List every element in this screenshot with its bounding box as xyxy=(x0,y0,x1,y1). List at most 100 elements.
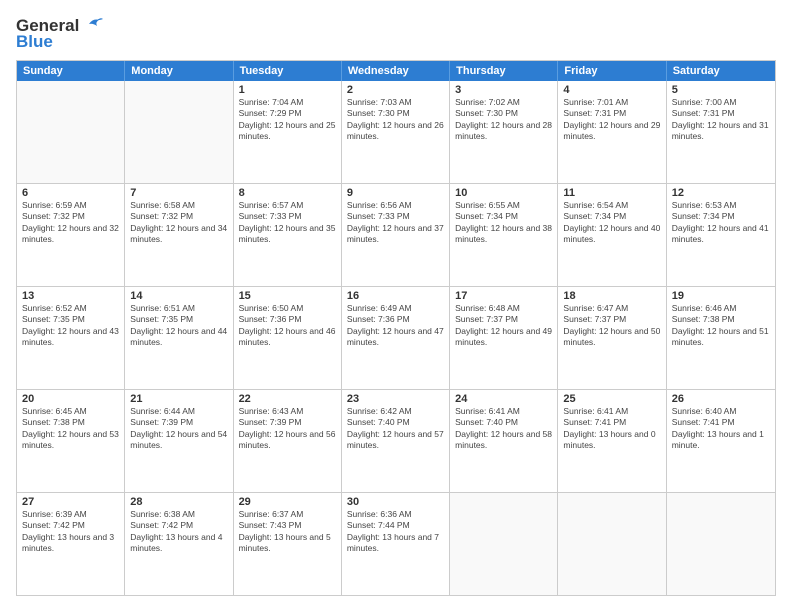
weekday-header: Sunday xyxy=(17,61,125,81)
day-number: 29 xyxy=(239,496,336,508)
day-info: Sunrise: 6:57 AM Sunset: 7:33 PM Dayligh… xyxy=(239,200,336,246)
weekday-header: Monday xyxy=(125,61,233,81)
calendar-day-cell: 29Sunrise: 6:37 AM Sunset: 7:43 PM Dayli… xyxy=(234,493,342,595)
day-info: Sunrise: 6:45 AM Sunset: 7:38 PM Dayligh… xyxy=(22,406,119,452)
calendar-day-cell: 4Sunrise: 7:01 AM Sunset: 7:31 PM Daylig… xyxy=(558,81,666,183)
day-number: 16 xyxy=(347,290,444,302)
day-number: 15 xyxy=(239,290,336,302)
day-info: Sunrise: 6:58 AM Sunset: 7:32 PM Dayligh… xyxy=(130,200,227,246)
day-info: Sunrise: 6:41 AM Sunset: 7:40 PM Dayligh… xyxy=(455,406,552,452)
weekday-header: Tuesday xyxy=(234,61,342,81)
day-number: 4 xyxy=(563,84,660,96)
calendar-day-cell: 10Sunrise: 6:55 AM Sunset: 7:34 PM Dayli… xyxy=(450,184,558,286)
day-info: Sunrise: 6:40 AM Sunset: 7:41 PM Dayligh… xyxy=(672,406,770,452)
day-number: 8 xyxy=(239,187,336,199)
calendar-day-cell: 11Sunrise: 6:54 AM Sunset: 7:34 PM Dayli… xyxy=(558,184,666,286)
day-number: 14 xyxy=(130,290,227,302)
weekday-header: Thursday xyxy=(450,61,558,81)
calendar-week-row: 1Sunrise: 7:04 AM Sunset: 7:29 PM Daylig… xyxy=(17,81,775,183)
day-number: 17 xyxy=(455,290,552,302)
calendar-day-cell: 7Sunrise: 6:58 AM Sunset: 7:32 PM Daylig… xyxy=(125,184,233,286)
day-info: Sunrise: 6:53 AM Sunset: 7:34 PM Dayligh… xyxy=(672,200,770,246)
calendar: SundayMondayTuesdayWednesdayThursdayFrid… xyxy=(16,60,776,596)
calendar-day-cell: 23Sunrise: 6:42 AM Sunset: 7:40 PM Dayli… xyxy=(342,390,450,492)
calendar-day-cell: 16Sunrise: 6:49 AM Sunset: 7:36 PM Dayli… xyxy=(342,287,450,389)
calendar-week-row: 13Sunrise: 6:52 AM Sunset: 7:35 PM Dayli… xyxy=(17,286,775,389)
weekday-header: Saturday xyxy=(667,61,775,81)
day-info: Sunrise: 6:49 AM Sunset: 7:36 PM Dayligh… xyxy=(347,303,444,349)
day-info: Sunrise: 6:47 AM Sunset: 7:37 PM Dayligh… xyxy=(563,303,660,349)
day-info: Sunrise: 7:02 AM Sunset: 7:30 PM Dayligh… xyxy=(455,97,552,143)
day-info: Sunrise: 6:54 AM Sunset: 7:34 PM Dayligh… xyxy=(563,200,660,246)
day-number: 22 xyxy=(239,393,336,405)
day-number: 20 xyxy=(22,393,119,405)
calendar-day-cell xyxy=(450,493,558,595)
calendar-week-row: 27Sunrise: 6:39 AM Sunset: 7:42 PM Dayli… xyxy=(17,492,775,595)
day-info: Sunrise: 7:04 AM Sunset: 7:29 PM Dayligh… xyxy=(239,97,336,143)
day-number: 28 xyxy=(130,496,227,508)
day-number: 30 xyxy=(347,496,444,508)
day-info: Sunrise: 6:50 AM Sunset: 7:36 PM Dayligh… xyxy=(239,303,336,349)
logo: General Blue xyxy=(16,16,103,52)
calendar-day-cell: 1Sunrise: 7:04 AM Sunset: 7:29 PM Daylig… xyxy=(234,81,342,183)
calendar-day-cell: 24Sunrise: 6:41 AM Sunset: 7:40 PM Dayli… xyxy=(450,390,558,492)
calendar-day-cell: 15Sunrise: 6:50 AM Sunset: 7:36 PM Dayli… xyxy=(234,287,342,389)
calendar-day-cell: 8Sunrise: 6:57 AM Sunset: 7:33 PM Daylig… xyxy=(234,184,342,286)
day-info: Sunrise: 6:46 AM Sunset: 7:38 PM Dayligh… xyxy=(672,303,770,349)
calendar-day-cell xyxy=(558,493,666,595)
day-number: 1 xyxy=(239,84,336,96)
calendar-day-cell: 13Sunrise: 6:52 AM Sunset: 7:35 PM Dayli… xyxy=(17,287,125,389)
calendar-day-cell: 12Sunrise: 6:53 AM Sunset: 7:34 PM Dayli… xyxy=(667,184,775,286)
calendar-day-cell: 30Sunrise: 6:36 AM Sunset: 7:44 PM Dayli… xyxy=(342,493,450,595)
day-number: 5 xyxy=(672,84,770,96)
day-info: Sunrise: 6:37 AM Sunset: 7:43 PM Dayligh… xyxy=(239,509,336,555)
calendar-body: 1Sunrise: 7:04 AM Sunset: 7:29 PM Daylig… xyxy=(17,81,775,595)
day-info: Sunrise: 7:03 AM Sunset: 7:30 PM Dayligh… xyxy=(347,97,444,143)
day-number: 23 xyxy=(347,393,444,405)
day-number: 12 xyxy=(672,187,770,199)
calendar-day-cell: 26Sunrise: 6:40 AM Sunset: 7:41 PM Dayli… xyxy=(667,390,775,492)
calendar-day-cell: 14Sunrise: 6:51 AM Sunset: 7:35 PM Dayli… xyxy=(125,287,233,389)
weekday-header: Friday xyxy=(558,61,666,81)
day-number: 3 xyxy=(455,84,552,96)
calendar-day-cell: 19Sunrise: 6:46 AM Sunset: 7:38 PM Dayli… xyxy=(667,287,775,389)
calendar-day-cell: 28Sunrise: 6:38 AM Sunset: 7:42 PM Dayli… xyxy=(125,493,233,595)
day-number: 9 xyxy=(347,187,444,199)
logo-bird-icon xyxy=(81,16,103,32)
calendar-day-cell: 22Sunrise: 6:43 AM Sunset: 7:39 PM Dayli… xyxy=(234,390,342,492)
day-info: Sunrise: 6:55 AM Sunset: 7:34 PM Dayligh… xyxy=(455,200,552,246)
day-info: Sunrise: 6:39 AM Sunset: 7:42 PM Dayligh… xyxy=(22,509,119,555)
day-number: 25 xyxy=(563,393,660,405)
day-info: Sunrise: 6:48 AM Sunset: 7:37 PM Dayligh… xyxy=(455,303,552,349)
calendar-week-row: 20Sunrise: 6:45 AM Sunset: 7:38 PM Dayli… xyxy=(17,389,775,492)
calendar-week-row: 6Sunrise: 6:59 AM Sunset: 7:32 PM Daylig… xyxy=(17,183,775,286)
day-info: Sunrise: 6:41 AM Sunset: 7:41 PM Dayligh… xyxy=(563,406,660,452)
day-info: Sunrise: 6:56 AM Sunset: 7:33 PM Dayligh… xyxy=(347,200,444,246)
day-number: 7 xyxy=(130,187,227,199)
day-number: 11 xyxy=(563,187,660,199)
day-number: 24 xyxy=(455,393,552,405)
day-number: 19 xyxy=(672,290,770,302)
day-number: 26 xyxy=(672,393,770,405)
calendar-day-cell: 9Sunrise: 6:56 AM Sunset: 7:33 PM Daylig… xyxy=(342,184,450,286)
calendar-day-cell: 27Sunrise: 6:39 AM Sunset: 7:42 PM Dayli… xyxy=(17,493,125,595)
calendar-day-cell: 2Sunrise: 7:03 AM Sunset: 7:30 PM Daylig… xyxy=(342,81,450,183)
day-number: 18 xyxy=(563,290,660,302)
day-number: 10 xyxy=(455,187,552,199)
calendar-day-cell: 18Sunrise: 6:47 AM Sunset: 7:37 PM Dayli… xyxy=(558,287,666,389)
day-number: 27 xyxy=(22,496,119,508)
day-info: Sunrise: 6:59 AM Sunset: 7:32 PM Dayligh… xyxy=(22,200,119,246)
calendar-day-cell: 25Sunrise: 6:41 AM Sunset: 7:41 PM Dayli… xyxy=(558,390,666,492)
day-info: Sunrise: 6:52 AM Sunset: 7:35 PM Dayligh… xyxy=(22,303,119,349)
weekday-header: Wednesday xyxy=(342,61,450,81)
day-info: Sunrise: 6:36 AM Sunset: 7:44 PM Dayligh… xyxy=(347,509,444,555)
calendar-header: SundayMondayTuesdayWednesdayThursdayFrid… xyxy=(17,61,775,81)
day-number: 13 xyxy=(22,290,119,302)
calendar-day-cell xyxy=(125,81,233,183)
calendar-day-cell: 20Sunrise: 6:45 AM Sunset: 7:38 PM Dayli… xyxy=(17,390,125,492)
day-info: Sunrise: 6:42 AM Sunset: 7:40 PM Dayligh… xyxy=(347,406,444,452)
day-info: Sunrise: 6:43 AM Sunset: 7:39 PM Dayligh… xyxy=(239,406,336,452)
day-number: 21 xyxy=(130,393,227,405)
calendar-day-cell: 6Sunrise: 6:59 AM Sunset: 7:32 PM Daylig… xyxy=(17,184,125,286)
calendar-day-cell: 5Sunrise: 7:00 AM Sunset: 7:31 PM Daylig… xyxy=(667,81,775,183)
